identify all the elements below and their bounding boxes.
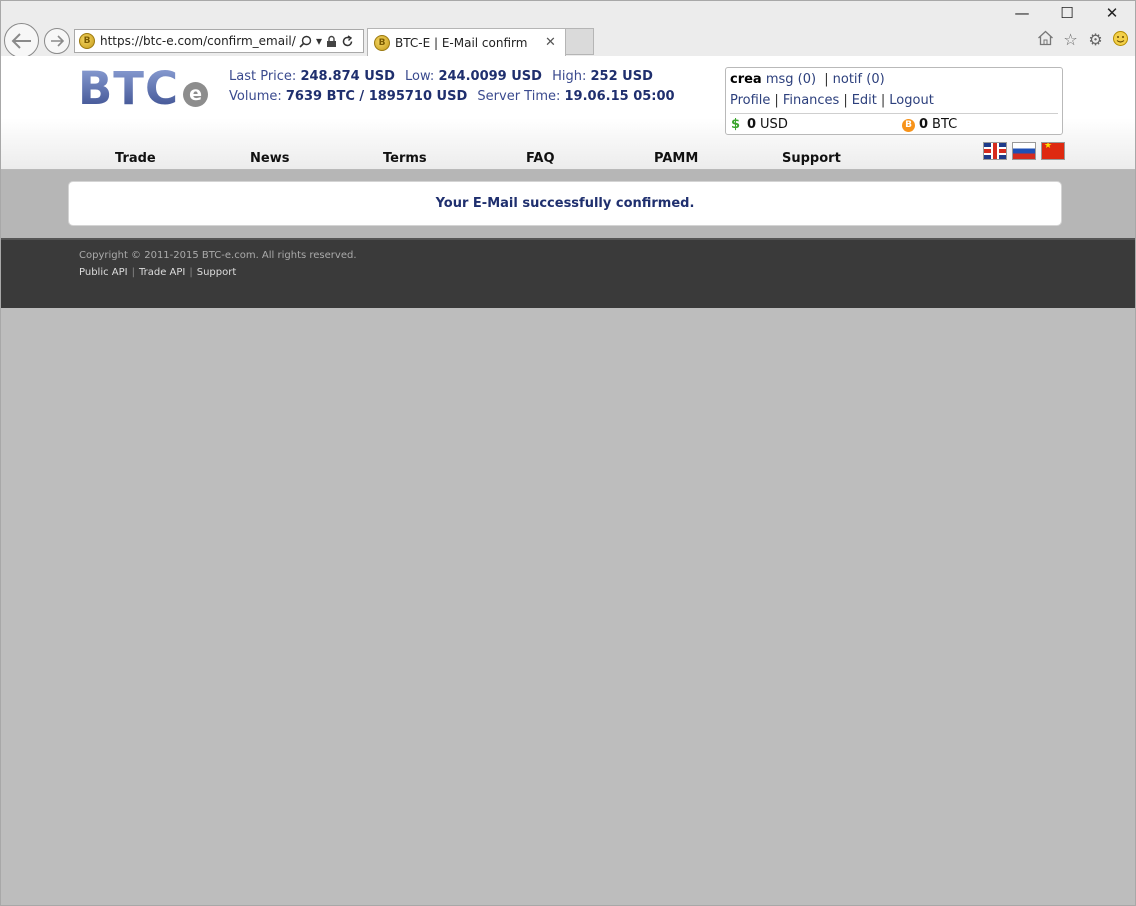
usd-currency: USD [760,117,788,132]
smiley-icon[interactable] [1112,30,1129,47]
new-tab-button[interactable] [566,28,594,55]
server-time-label: Server Time: [477,89,561,104]
copyright-text: Copyright © 2011-2015 BTC-e.com. All rig… [79,250,357,261]
url-text[interactable]: https://btc-e.com/confirm_email/866 [100,34,296,48]
footer: Copyright © 2011-2015 BTC-e.com. All rig… [1,238,1135,308]
separator: | [880,93,886,108]
username: crea [730,72,762,87]
search-icon[interactable] [299,35,312,48]
home-icon[interactable] [1037,30,1054,46]
high-label: High: [552,69,587,84]
minimize-button[interactable]: — [999,2,1045,24]
footer-links: Public API | Trade API | Support [79,267,236,278]
price-ticker: Last Price: 248.874 USD Low: 244.0099 US… [229,67,675,107]
language-selector [983,142,1065,160]
logout-link[interactable]: Logout [889,93,934,108]
maximize-button[interactable]: ☐ [1044,2,1090,24]
nav-terms[interactable]: Terms [383,150,427,168]
browser-tab[interactable]: B BTC-E | E-Mail confirm ✕ [367,28,566,56]
bitcoin-icon: B [902,118,915,132]
nav-news[interactable]: News [250,150,289,168]
browser-chrome: — ☐ ✕ B https://btc-e.com/confirm_email/… [1,1,1135,58]
nav-pamm[interactable]: PAMM [654,150,698,168]
usd-balance[interactable]: $ 0 USD [731,115,788,135]
site-header: BTC e Last Price: 248.874 USD Low: 244.0… [1,56,1135,170]
usd-amount: 0 [747,117,757,132]
main-nav: Trade News Terms FAQ PAMM Support [1,150,901,170]
site-favicon-icon: B [79,33,95,49]
nav-support[interactable]: Support [782,150,841,168]
uk-flag-icon[interactable] [983,142,1007,160]
volume-value: 7639 BTC / 1895710 USD [285,89,468,104]
trade-api-link[interactable]: Trade API [139,267,185,278]
refresh-icon[interactable] [341,34,354,48]
public-api-link[interactable]: Public API [79,267,128,278]
high-value: 252 USD [590,69,653,84]
russia-flag-icon[interactable] [1012,142,1036,160]
low-label: Low: [405,69,435,84]
separator: | [824,72,829,87]
confirmation-message: Your E-Mail successfully confirmed. [68,181,1062,226]
close-window-button[interactable]: ✕ [1089,2,1135,24]
tab-favicon-icon: B [374,34,390,51]
address-bar[interactable]: B https://btc-e.com/confirm_email/866 ▾ [74,29,364,53]
logo-badge: e [183,82,209,107]
dropdown-icon[interactable]: ▾ [316,34,322,48]
notifications-link[interactable]: notif (0) [833,72,885,87]
back-button[interactable] [4,23,39,58]
finances-link[interactable]: Finances [783,93,840,108]
lock-icon[interactable] [326,35,337,48]
profile-link[interactable]: Profile [730,93,770,108]
account-panel: crea msg (0) | notif (0) Profile | Finances… [725,67,1063,135]
server-time-value: 19.06.15 05:00 [564,89,675,104]
separator: | [843,93,848,108]
footer-support-link[interactable]: Support [197,267,237,278]
btc-currency: BTC [932,117,958,132]
tab-title: BTC-E | E-Mail confirm [395,35,528,50]
logo-text: BTC [78,62,180,115]
separator: | [774,93,779,108]
favorites-icon[interactable]: ☆ [1062,30,1079,49]
btce-logo[interactable]: BTC e [78,62,209,115]
last-price-label: Last Price: [229,69,297,84]
messages-link[interactable]: msg (0) [766,72,816,87]
china-flag-icon[interactable] [1041,142,1065,160]
tab-close-icon[interactable]: ✕ [545,35,556,50]
content-area: Your E-Mail successfully confirmed. [1,170,1135,240]
forward-icon [51,35,65,47]
forward-button[interactable] [44,28,70,54]
low-value: 244.0099 USD [438,69,542,84]
edit-link[interactable]: Edit [852,93,877,108]
separator: | [189,267,193,278]
btc-amount: 0 [919,117,929,132]
separator: | [131,267,135,278]
settings-icon[interactable]: ⚙ [1087,30,1104,49]
last-price-value: 248.874 USD [300,69,395,84]
nav-trade[interactable]: Trade [115,150,156,168]
nav-faq[interactable]: FAQ [526,150,555,168]
volume-label: Volume: [229,89,282,104]
back-icon [11,32,31,49]
confirmation-text: Your E-Mail successfully confirmed. [435,196,695,211]
btc-balance[interactable]: B 0 BTC [902,115,957,135]
dollar-icon: $ [731,117,741,132]
